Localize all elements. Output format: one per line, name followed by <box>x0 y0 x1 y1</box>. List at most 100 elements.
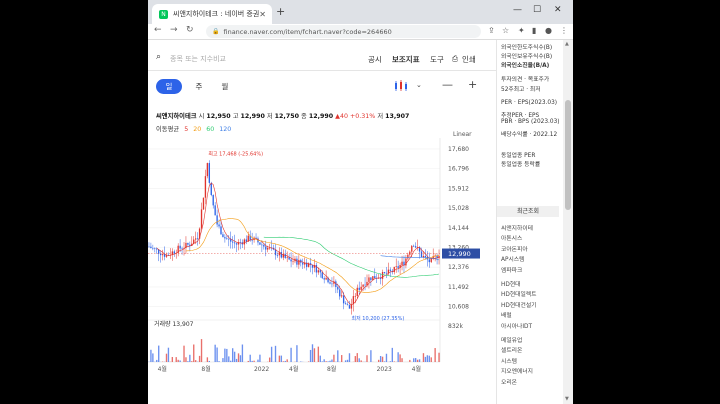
toolbar-link-tools[interactable]: 도구 <box>430 54 444 65</box>
maximize-icon[interactable]: ☐ <box>533 5 541 15</box>
chevron-down-icon[interactable]: ⌄ <box>416 81 422 89</box>
volume-bar <box>179 360 181 362</box>
print-icon[interactable]: ⎙ <box>452 54 458 64</box>
volume-bar <box>175 357 177 362</box>
volume-bar <box>187 361 189 362</box>
volume-bar <box>325 361 327 362</box>
recent-stock-link[interactable]: AP시스템 <box>501 254 524 263</box>
volume-bar <box>379 355 382 362</box>
forward-icon[interactable]: → <box>170 25 178 35</box>
zoom-in-icon[interactable]: + <box>468 78 477 91</box>
volume-bar <box>208 360 211 362</box>
browser-tab[interactable]: N 씨앤지하이테크 : 네이버 증권 ✕ <box>152 4 272 24</box>
candle-body <box>325 277 327 280</box>
search-input[interactable]: 종목 또는 지수비교 <box>170 54 226 64</box>
recent-stock-link[interactable]: 코아돈피아 <box>501 244 528 253</box>
volume-bar <box>346 359 349 362</box>
recent-stock-link[interactable]: HD현대일렉트 <box>501 289 537 298</box>
candle-body <box>298 259 300 265</box>
candle-body <box>268 247 271 249</box>
candle-body <box>356 287 358 297</box>
period-day-button[interactable]: 일 <box>156 79 182 94</box>
candle-body <box>267 247 269 250</box>
candle-body <box>346 304 349 306</box>
sidepanel-icon[interactable]: ▮ <box>532 26 536 35</box>
period-month-button[interactable]: 월 <box>218 79 232 94</box>
volume-bar <box>358 358 360 362</box>
candle-body <box>204 176 207 198</box>
volume-bar <box>233 351 236 362</box>
ma-period-120[interactable]: 120 <box>219 126 231 133</box>
candle-body <box>401 261 403 265</box>
sector-info-item: 동일업종 PER <box>501 153 536 159</box>
divider <box>148 70 496 71</box>
scroll-up-icon[interactable]: ▲ <box>565 41 569 47</box>
bookmark-star-icon[interactable]: ☆ <box>502 26 509 35</box>
share-icon[interactable]: ⇪ <box>488 26 495 35</box>
toolbar-link-print[interactable]: 인쇄 <box>462 54 476 65</box>
recent-stock-link[interactable]: 엠파파크 <box>501 265 522 274</box>
volume-bar <box>323 359 325 362</box>
toolbar-link-indicators[interactable]: 보조지표 <box>392 54 420 65</box>
recent-stock-link[interactable]: 씨앤지하이테 <box>501 223 533 232</box>
ma-period-5[interactable]: 5 <box>184 126 188 133</box>
candle-body <box>292 261 294 262</box>
y-tick-label: 12,376 <box>448 264 469 271</box>
candle-type-icon[interactable] <box>394 80 410 92</box>
reload-icon[interactable]: ↻ <box>186 25 194 35</box>
volume-bar <box>389 361 392 362</box>
candle-body <box>370 277 372 281</box>
volume-bar <box>317 346 320 362</box>
candle-body <box>265 246 267 250</box>
search-icon[interactable]: ⌕ <box>156 52 161 62</box>
volume-bar <box>193 344 195 362</box>
candle-body <box>202 197 205 210</box>
minimize-icon[interactable]: — <box>513 5 522 15</box>
toolbar-link-disclosure[interactable]: 공시 <box>368 54 382 65</box>
new-tab-icon[interactable]: + <box>276 5 285 18</box>
recent-stock-link[interactable]: 지오엔에너지 <box>501 366 533 375</box>
x-tick-label: 2022 <box>254 366 269 373</box>
volume-bar <box>401 358 403 362</box>
period-week-button[interactable]: 주 <box>192 79 206 94</box>
recent-stock-link[interactable]: 아시아나IDT <box>501 321 532 330</box>
url-bar[interactable]: 🔒 finance.naver.com/item/fchart.naver?co… <box>206 25 481 38</box>
ma-period-60[interactable]: 60 <box>206 126 214 133</box>
recent-stock-link[interactable]: 오리온 <box>501 377 517 386</box>
candle-body <box>317 270 320 273</box>
close-label: 종 <box>301 113 307 120</box>
current-price-label: 12,990 <box>448 250 471 258</box>
y-tick-label: 11,492 <box>448 284 469 291</box>
volume-bar <box>344 360 347 362</box>
ma-period-20[interactable]: 20 <box>193 126 201 133</box>
recent-stock-link[interactable]: 배럴 <box>501 310 512 319</box>
recent-stock-link[interactable]: 메일유업 <box>501 335 522 344</box>
profile-avatar-icon[interactable]: ● <box>545 26 552 35</box>
extensions-icon[interactable]: ✦ <box>518 26 525 35</box>
tab-close-icon[interactable]: ✕ <box>259 10 266 19</box>
recent-stock-link[interactable]: HD현대건설기 <box>501 300 537 309</box>
recent-stock-link[interactable]: 셀트리온 <box>501 345 522 354</box>
volume-bar <box>189 354 191 362</box>
tab-title: 씨앤지하이테크 : 네이버 증권 <box>173 10 260 18</box>
volume-bar <box>434 348 436 362</box>
window-close-icon[interactable]: ✕ <box>554 5 562 15</box>
scrollbar[interactable]: ▲ ▼ <box>563 40 573 404</box>
volume-bar <box>195 360 197 362</box>
moving-average-legend: 이동평균 5 20 60 120 <box>156 124 231 133</box>
volume-bar <box>319 355 321 362</box>
recent-stock-link[interactable]: 시스템 <box>501 356 517 365</box>
menu-icon[interactable]: ⋮ <box>560 26 568 35</box>
volume-bar <box>231 348 234 362</box>
price-chart[interactable]: 17,68016,79615,91215,02814,14413,26012,3… <box>148 136 496 404</box>
zoom-out-icon[interactable]: — <box>442 78 453 91</box>
volume-bar <box>430 357 432 362</box>
candle-body <box>224 237 226 239</box>
back-icon[interactable]: ← <box>154 25 162 35</box>
recent-stock-link[interactable]: 아톤시스 <box>501 233 522 242</box>
scroll-thumb[interactable] <box>565 100 571 210</box>
scroll-down-icon[interactable]: ▼ <box>565 396 569 402</box>
prev-label: 저 <box>377 113 384 120</box>
recent-stock-link[interactable]: HD현대 <box>501 279 521 288</box>
y-tick-label: 14,144 <box>448 225 469 232</box>
